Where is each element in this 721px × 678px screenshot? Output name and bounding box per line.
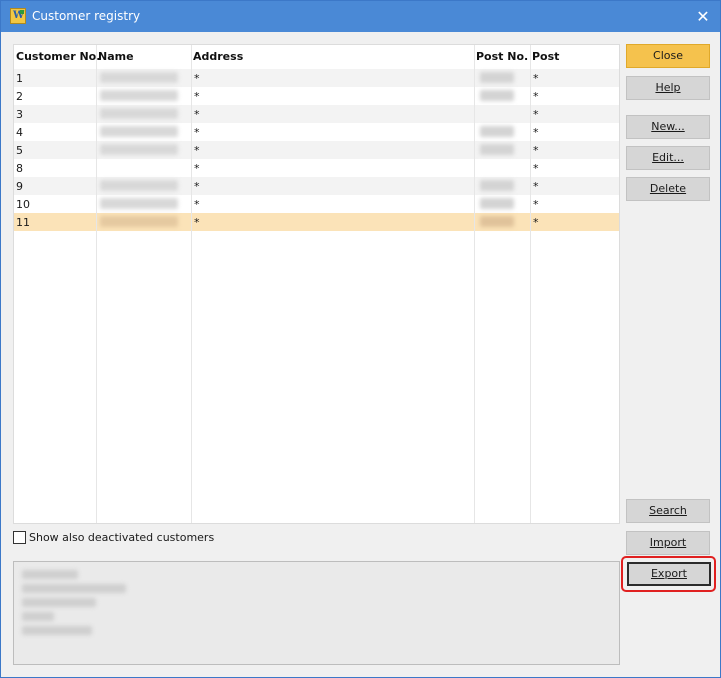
cell-post: * (533, 90, 539, 103)
cell-customer-no: 4 (16, 126, 23, 139)
app-icon-dot (20, 10, 24, 14)
cell-address: * (194, 108, 200, 121)
search-button[interactable]: Search (626, 499, 710, 523)
table-row[interactable]: 4 * * (14, 123, 619, 141)
column-header-post[interactable]: Post (532, 50, 559, 63)
column-header-post-no[interactable]: Post No. (476, 50, 528, 63)
cell-post-no-redacted (480, 180, 514, 191)
cell-address: * (194, 72, 200, 85)
cell-post: * (533, 162, 539, 175)
cell-name-redacted (100, 216, 178, 227)
cell-name-redacted (100, 126, 178, 137)
import-button[interactable]: Import (626, 531, 710, 555)
cell-post: * (533, 144, 539, 157)
close-button[interactable]: Close (626, 44, 710, 68)
close-window-icon[interactable]: ✕ (686, 1, 720, 32)
cell-address: * (194, 144, 200, 157)
detail-line-redacted (22, 570, 78, 579)
detail-line-redacted (22, 584, 126, 593)
show-deactivated-checkbox[interactable] (13, 531, 26, 544)
customer-table[interactable]: Customer No. Name Address Post No. Post … (13, 44, 620, 524)
cell-name-redacted (100, 198, 178, 209)
table-row[interactable]: 9 * * (14, 177, 619, 195)
column-header-customer-no[interactable]: Customer No. (16, 50, 100, 63)
new-button[interactable]: New... (626, 115, 710, 139)
table-row[interactable]: 5 * * (14, 141, 619, 159)
table-row[interactable]: 8 * * (14, 159, 619, 177)
cell-name-redacted (100, 90, 178, 101)
customer-registry-window: W Customer registry ✕ Customer No. Name … (0, 0, 721, 678)
cell-customer-no: 8 (16, 162, 23, 175)
table-row-selected[interactable]: 11 * * (14, 213, 619, 231)
help-button[interactable]: Help (626, 76, 710, 100)
show-deactivated-label[interactable]: Show also deactivated customers (29, 531, 214, 544)
table-row[interactable]: 3 * * (14, 105, 619, 123)
cell-customer-no: 9 (16, 180, 23, 193)
cell-post-no-redacted (480, 198, 514, 209)
cell-customer-no: 3 (16, 108, 23, 121)
detail-line-redacted (22, 598, 96, 607)
column-divider (530, 45, 531, 523)
cell-address: * (194, 198, 200, 211)
cell-address: * (194, 126, 200, 139)
window-title: Customer registry (32, 9, 141, 23)
cell-post: * (533, 72, 539, 85)
title-bar: W Customer registry ✕ (1, 1, 720, 32)
cell-address: * (194, 216, 200, 229)
cell-customer-no: 1 (16, 72, 23, 85)
export-highlight-ring (621, 556, 716, 592)
table-row[interactable]: 10 * * (14, 195, 619, 213)
cell-post: * (533, 126, 539, 139)
cell-name-redacted (100, 144, 178, 155)
table-row[interactable]: 1 * * (14, 69, 619, 87)
column-divider (96, 45, 97, 523)
column-header-name[interactable]: Name (98, 50, 134, 63)
detail-line-redacted (22, 626, 92, 635)
cell-customer-no: 11 (16, 216, 30, 229)
app-icon: W (10, 8, 26, 24)
detail-line-redacted (22, 612, 54, 621)
column-header-address[interactable]: Address (193, 50, 243, 63)
cell-post: * (533, 198, 539, 211)
cell-name-redacted (100, 72, 178, 83)
delete-button[interactable]: Delete (626, 177, 710, 201)
cell-address: * (194, 90, 200, 103)
column-divider (191, 45, 192, 523)
cell-post: * (533, 180, 539, 193)
cell-customer-no: 5 (16, 144, 23, 157)
cell-post-no-redacted (480, 90, 514, 101)
cell-name-redacted (100, 180, 178, 191)
cell-address: * (194, 180, 200, 193)
cell-address: * (194, 162, 200, 175)
cell-post: * (533, 108, 539, 121)
cell-post: * (533, 216, 539, 229)
cell-customer-no: 2 (16, 90, 23, 103)
cell-post-no-redacted (480, 216, 514, 227)
table-row[interactable]: 2 * * (14, 87, 619, 105)
cell-post-no-redacted (480, 144, 514, 155)
cell-post-no-redacted (480, 126, 514, 137)
edit-button[interactable]: Edit... (626, 146, 710, 170)
customer-details-panel (13, 561, 620, 665)
column-divider (474, 45, 475, 523)
cell-post-no-redacted (480, 72, 514, 83)
cell-name-redacted (100, 108, 178, 119)
cell-customer-no: 10 (16, 198, 30, 211)
